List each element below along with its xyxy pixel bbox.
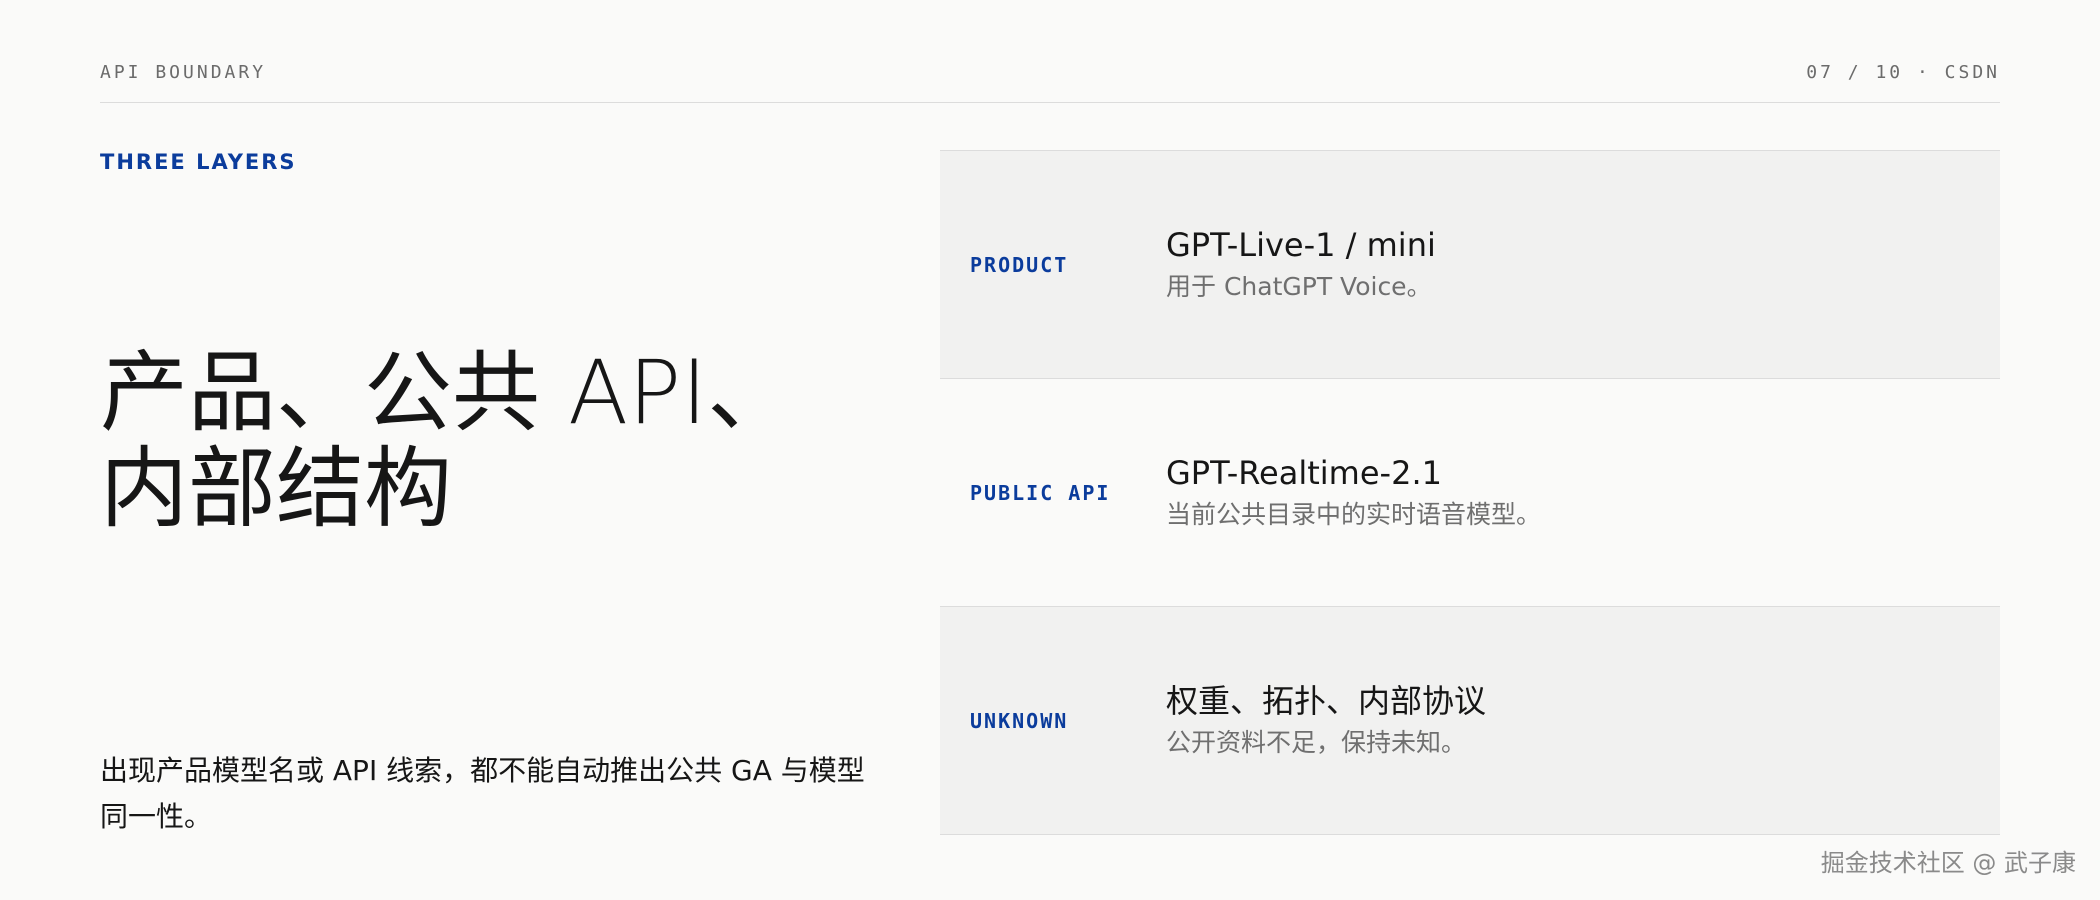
layer-title: 权重、拓扑、内部协议 (1166, 681, 1487, 720)
layer-description: 公开资料不足，保持未知。 (1166, 727, 1467, 757)
summary-note: 出现产品模型名或 API 线索，都不能自动推出公共 GA 与模型同一性。 (100, 754, 865, 833)
layer-title: GPT-Live-1 / mini (1166, 225, 1436, 264)
layer-body: 权重、拓扑、内部协议 公开资料不足，保持未知。 (1166, 679, 1486, 763)
page-title: 产品、公共 API、 内部结构 (100, 345, 860, 537)
layer-row-public-api: PUBLIC API GPT-Realtime-2.1 当前公共目录中的实时语音… (940, 379, 2000, 607)
layer-tag: UNKNOWN (970, 708, 1069, 733)
layer-tag: PUBLIC API (970, 480, 1111, 505)
layer-body: GPT-Realtime-2.1 当前公共目录中的实时语音模型。 (1166, 451, 1541, 535)
layer-row-product: PRODUCT GPT-Live-1 / mini 用于 ChatGPT Voi… (940, 151, 2000, 379)
layer-description: 当前公共目录中的实时语音模型。 (1166, 499, 1542, 529)
layers-list: PRODUCT GPT-Live-1 / mini 用于 ChatGPT Voi… (940, 150, 2000, 835)
layer-title: GPT-Realtime-2.1 (1166, 453, 1442, 492)
layer-body: GPT-Live-1 / mini 用于 ChatGPT Voice。 (1166, 223, 1436, 307)
layer-tag: PRODUCT (970, 252, 1069, 277)
top-bar: API BOUNDARY 07 / 10 · CSDN (100, 62, 2000, 103)
layer-row-unknown: UNKNOWN 权重、拓扑、内部协议 公开资料不足，保持未知。 (940, 607, 2000, 835)
eyebrow-label: THREE LAYERS (100, 150, 297, 174)
section-label: API BOUNDARY (100, 62, 267, 83)
page-indicator: 07 / 10 · CSDN (1806, 62, 2000, 83)
layer-description: 用于 ChatGPT Voice。 (1166, 271, 1432, 301)
watermark: 掘金技术社区 @ 武子康 (1820, 849, 2076, 877)
page-title-line-1: 产品、公共 API、 (100, 341, 796, 444)
page-title-line-2: 内部结构 (100, 437, 453, 540)
